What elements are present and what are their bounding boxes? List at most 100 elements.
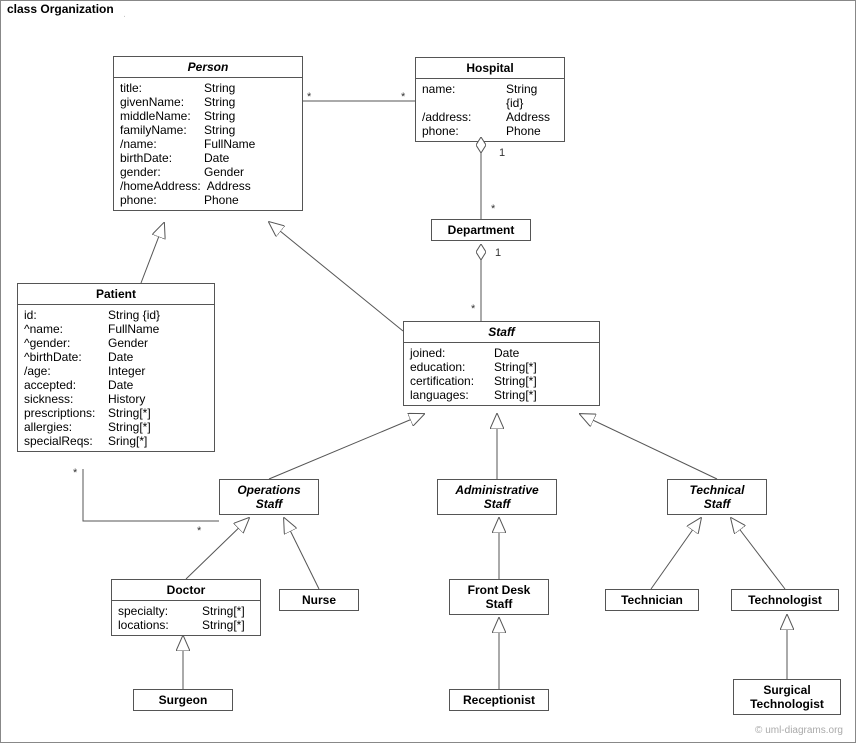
attribute-key: gender: (120, 165, 198, 179)
attribute-type: String (198, 109, 296, 123)
multiplicity-label: * (401, 91, 405, 103)
attribute-row: education:String[*] (410, 360, 593, 374)
attribute-type: String {id} (500, 82, 558, 110)
class-surgeon: Surgeon (133, 689, 233, 711)
class-nurse-name: Nurse (280, 590, 358, 610)
attribute-key: phone: (120, 193, 198, 207)
attribute-key: education: (410, 360, 488, 374)
class-patient: Patient id:String {id}^name:FullName^gen… (17, 283, 215, 452)
class-operations-staff: Operations Staff (219, 479, 319, 515)
class-patient-attrs: id:String {id}^name:FullName^gender:Gend… (18, 305, 214, 451)
attribute-key: middleName: (120, 109, 198, 123)
attribute-row: prescriptions:String[*] (24, 406, 208, 420)
class-doctor-attrs: specialty:String[*]locations:String[*] (112, 601, 260, 635)
attribute-row: givenName:String (120, 95, 296, 109)
attribute-row: ^gender:Gender (24, 336, 208, 350)
attribute-key: joined: (410, 346, 488, 360)
attribute-type: String[*] (196, 618, 254, 632)
class-administrative-staff-name: Administrative Staff (438, 480, 556, 514)
attribute-type: Date (198, 151, 296, 165)
attribute-row: specialReqs:Sring[*] (24, 434, 208, 448)
attribute-row: id:String {id} (24, 308, 208, 322)
attribute-row: allergies:String[*] (24, 420, 208, 434)
attribute-type: String {id} (102, 308, 208, 322)
class-staff-attrs: joined:Dateeducation:String[*]certificat… (404, 343, 599, 405)
attribute-row: familyName:String (120, 123, 296, 137)
class-technologist: Technologist (731, 589, 839, 611)
attribute-row: locations:String[*] (118, 618, 254, 632)
class-hospital-name: Hospital (416, 58, 564, 79)
attribute-key: /homeAddress: (120, 179, 201, 193)
class-doctor-name: Doctor (112, 580, 260, 601)
class-department: Department (431, 219, 531, 241)
attribute-type: String (198, 95, 296, 109)
watermark: © uml-diagrams.org (755, 725, 843, 736)
multiplicity-label: 1 (499, 147, 505, 159)
attribute-row: specialty:String[*] (118, 604, 254, 618)
class-front-desk-staff: Front Desk Staff (449, 579, 549, 615)
class-staff-name: Staff (404, 322, 599, 343)
attribute-type: Date (102, 350, 208, 364)
attribute-key: birthDate: (120, 151, 198, 165)
attribute-type: Gender (102, 336, 208, 350)
attribute-key: title: (120, 81, 198, 95)
attribute-row: /address:Address (422, 110, 558, 124)
attribute-key: ^gender: (24, 336, 102, 350)
attribute-type: Gender (198, 165, 296, 179)
attribute-key: familyName: (120, 123, 198, 137)
class-diagram-frame: class Organization Person title:Stringgi… (0, 0, 856, 743)
attribute-type: String[*] (102, 420, 208, 434)
attribute-key: ^birthDate: (24, 350, 102, 364)
class-administrative-staff: Administrative Staff (437, 479, 557, 515)
attribute-key: sickness: (24, 392, 102, 406)
class-nurse: Nurse (279, 589, 359, 611)
attribute-type: Sring[*] (102, 434, 208, 448)
attribute-row: /homeAddress:Address (120, 179, 296, 193)
attribute-type: Date (102, 378, 208, 392)
attribute-row: name:String {id} (422, 82, 558, 110)
attribute-type: Date (488, 346, 593, 360)
class-person: Person title:StringgivenName:Stringmiddl… (113, 56, 303, 211)
attribute-type: String (198, 123, 296, 137)
class-technician-name: Technician (606, 590, 698, 610)
class-department-name: Department (432, 220, 530, 240)
class-surgeon-name: Surgeon (134, 690, 232, 710)
class-person-attrs: title:StringgivenName:StringmiddleName:S… (114, 78, 302, 210)
multiplicity-label: * (491, 203, 495, 215)
class-technical-staff: Technical Staff (667, 479, 767, 515)
attribute-row: birthDate:Date (120, 151, 296, 165)
attribute-key: prescriptions: (24, 406, 102, 420)
attribute-type: String[*] (488, 388, 593, 402)
attribute-key: allergies: (24, 420, 102, 434)
attribute-row: ^birthDate:Date (24, 350, 208, 364)
class-surgical-technologist: Surgical Technologist (733, 679, 841, 715)
attribute-row: /age:Integer (24, 364, 208, 378)
multiplicity-label: * (73, 467, 77, 479)
frame-title: class Organization (0, 0, 125, 17)
attribute-key: ^name: (24, 322, 102, 336)
attribute-key: /name: (120, 137, 198, 151)
attribute-type: Phone (198, 193, 296, 207)
class-front-desk-staff-name: Front Desk Staff (450, 580, 548, 614)
attribute-type: Phone (500, 124, 558, 138)
class-receptionist-name: Receptionist (450, 690, 548, 710)
attribute-type: String[*] (488, 360, 593, 374)
multiplicity-label: * (197, 525, 201, 537)
attribute-key: /age: (24, 364, 102, 378)
attribute-row: title:String (120, 81, 296, 95)
attribute-key: givenName: (120, 95, 198, 109)
attribute-row: /name:FullName (120, 137, 296, 151)
attribute-key: languages: (410, 388, 488, 402)
attribute-type: FullName (198, 137, 296, 151)
attribute-key: phone: (422, 124, 500, 138)
attribute-key: locations: (118, 618, 196, 632)
attribute-row: certification:String[*] (410, 374, 593, 388)
multiplicity-label: * (471, 303, 475, 315)
class-hospital-attrs: name:String {id}/address:Addressphone:Ph… (416, 79, 564, 141)
attribute-row: middleName:String (120, 109, 296, 123)
attribute-key: id: (24, 308, 102, 322)
class-receptionist: Receptionist (449, 689, 549, 711)
attribute-key: /address: (422, 110, 500, 124)
class-technical-staff-name: Technical Staff (668, 480, 766, 514)
attribute-row: languages:String[*] (410, 388, 593, 402)
